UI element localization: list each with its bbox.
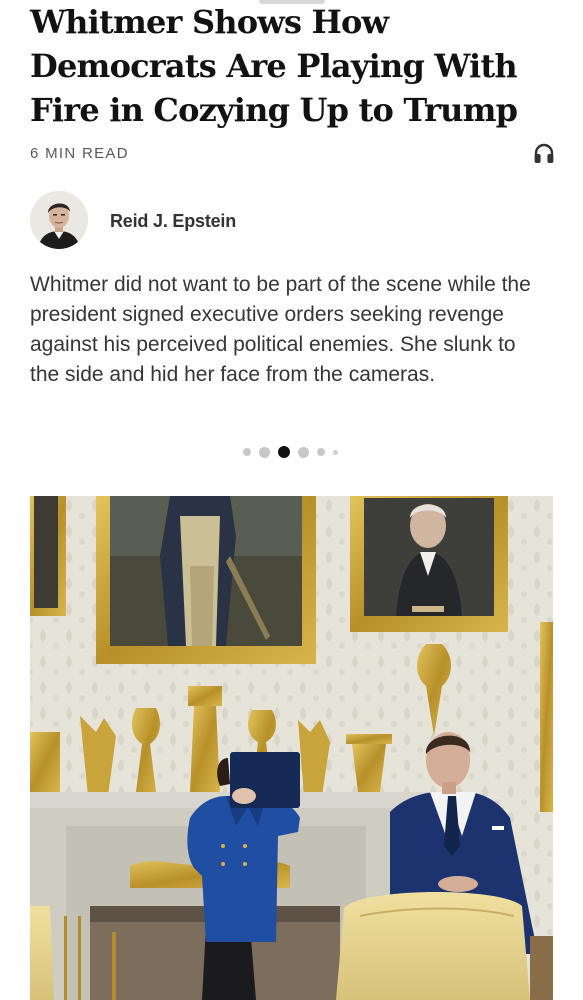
carousel-dot[interactable]	[332, 449, 338, 455]
carousel-dot[interactable]	[258, 446, 270, 458]
author-avatar[interactable]	[30, 191, 88, 249]
author-name[interactable]: Reid J. Epstein	[110, 211, 236, 232]
headline: Whitmer Shows How Democrats Are Playing …	[30, 3, 518, 129]
carousel-dot[interactable]	[316, 448, 325, 456]
headphones-icon[interactable]	[532, 141, 556, 165]
carousel-pagination	[230, 444, 350, 460]
carousel-dot[interactable]	[242, 448, 251, 456]
meta-row: 6 MIN READ	[30, 140, 556, 166]
byline[interactable]: Reid J. Epstein	[30, 191, 430, 251]
read-time: 6 MIN READ	[30, 145, 129, 162]
carousel-dot[interactable]	[297, 446, 309, 458]
article-photo[interactable]	[30, 496, 553, 1000]
carousel-dot-active[interactable]	[277, 446, 290, 458]
article-summary: Whitmer did not want to be part of the s…	[30, 273, 531, 386]
